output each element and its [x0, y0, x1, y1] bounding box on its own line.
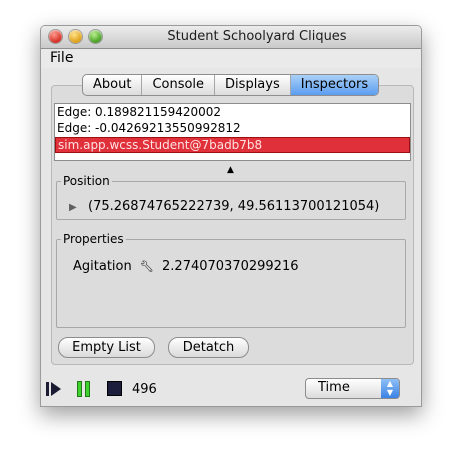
minimize-button[interactable] [69, 30, 82, 43]
window-title: Student Schoolyard Cliques [167, 29, 347, 44]
menu-file[interactable]: File [50, 50, 73, 66]
title-bar: Student Schoolyard Cliques [41, 26, 421, 49]
position-value: (75.26874765222739, 49.56113700121054) [88, 199, 380, 214]
list-item-selected[interactable]: sim.app.wcss.Student@7badb7b8 [55, 137, 410, 153]
step-count: 496 [132, 382, 157, 397]
disclosure-triangle-icon[interactable]: ▶ [69, 202, 77, 213]
stop-icon[interactable] [107, 381, 122, 396]
properties-legend: Properties [63, 232, 124, 246]
menu-bar: File [41, 49, 421, 68]
list-item[interactable]: Edge: -0.04269213550992812 [55, 120, 410, 136]
empty-list-button[interactable]: Empty List [58, 337, 155, 358]
properties-group: Properties Agitation 🔧︎ 2.27407037029921… [56, 232, 406, 328]
property-row: Agitation 🔧︎ 2.274070370299216 [73, 259, 298, 274]
time-select-value: Time [318, 380, 350, 395]
position-group: Position ▶ (75.26874765222739, 49.561137… [56, 174, 406, 220]
property-value: 2.274070370299216 [162, 259, 299, 274]
property-name: Agitation [73, 259, 132, 274]
tab-displays[interactable]: Displays [215, 75, 291, 95]
tab-bar: About Console Displays Inspectors [82, 74, 380, 96]
detatch-button[interactable]: Detatch [168, 337, 249, 358]
position-legend: Position [63, 174, 110, 188]
pause-icon[interactable] [76, 381, 92, 397]
list-item[interactable]: Edge: 0.189821159420002 [55, 104, 410, 120]
play-icon[interactable] [46, 381, 62, 397]
inspector-list[interactable]: Edge: 0.189821159420002 Edge: -0.0426921… [54, 103, 411, 161]
time-select[interactable]: Time ▲ ▼ [305, 378, 400, 399]
wrench-icon[interactable]: 🔧︎ [140, 260, 154, 273]
close-button[interactable] [49, 30, 62, 43]
app-window: Student Schoolyard Cliques File About Co… [40, 25, 422, 407]
select-arrows-icon: ▲ ▼ [381, 379, 399, 398]
tab-console[interactable]: Console [142, 75, 216, 95]
tab-inspectors[interactable]: Inspectors [290, 75, 379, 95]
tab-about[interactable]: About [83, 75, 143, 95]
